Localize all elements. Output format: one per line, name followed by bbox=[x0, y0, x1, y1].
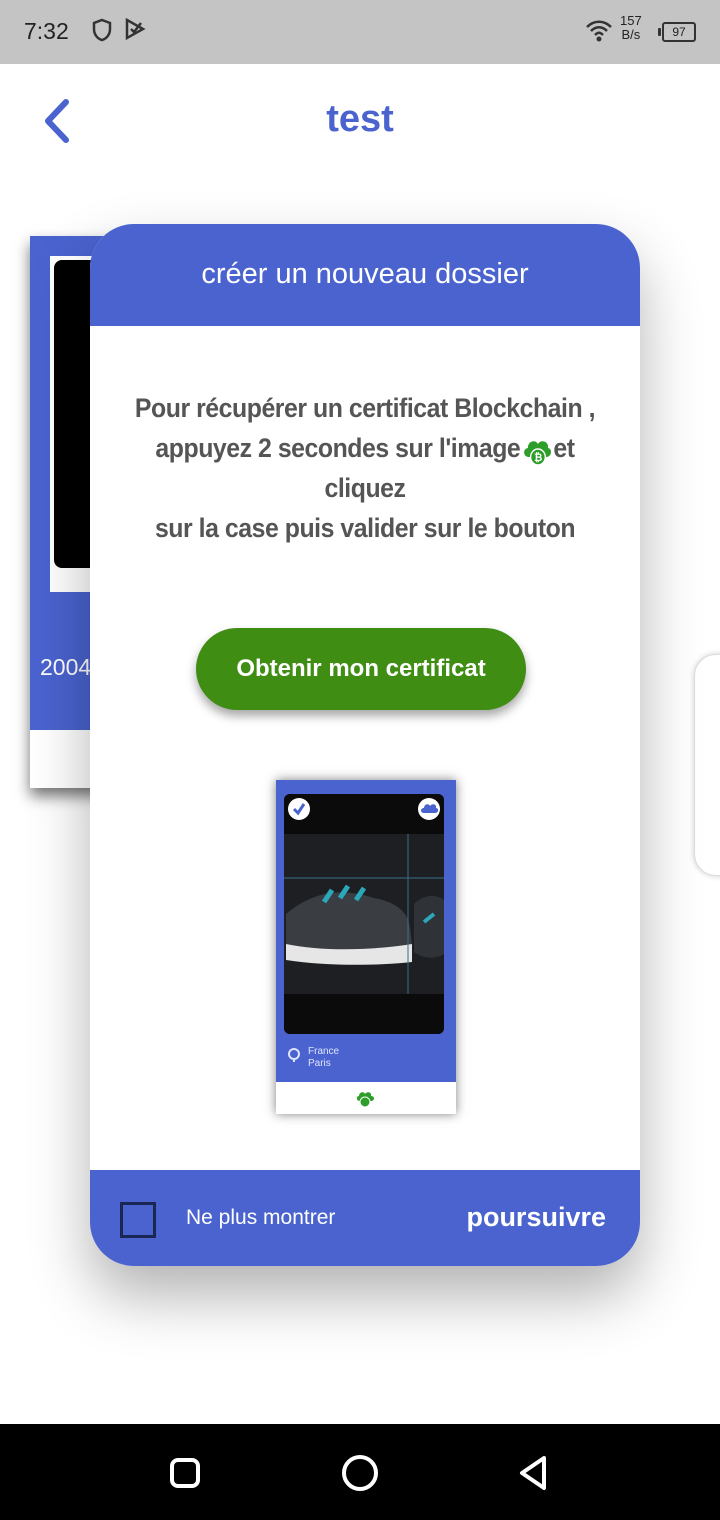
next-card-peek[interactable] bbox=[694, 654, 720, 876]
recents-icon bbox=[170, 1458, 200, 1488]
battery-icon: 97 bbox=[658, 22, 696, 42]
preview-location: France Paris bbox=[308, 1046, 339, 1070]
continue-button[interactable]: poursuivre bbox=[466, 1202, 606, 1233]
preview-check-icon bbox=[288, 798, 310, 820]
status-bar: 7:32 157 B/s 97 bbox=[0, 0, 720, 64]
network-speed-value: 157 bbox=[620, 13, 642, 28]
dialog-header: créer un nouveau dossier bbox=[90, 224, 640, 326]
back-icon bbox=[520, 1456, 546, 1490]
card-preview-image: France Paris bbox=[276, 780, 456, 1114]
instructions-text: Pour récupérer un certificat Blockchain … bbox=[112, 388, 618, 548]
blockchain-cloud-icon: ₿ bbox=[523, 441, 551, 466]
svg-text:₿: ₿ bbox=[534, 452, 543, 464]
shield-icon bbox=[92, 18, 112, 42]
home-icon bbox=[342, 1455, 378, 1491]
dialog-footer: Ne plus montrer poursuivre bbox=[90, 1170, 640, 1266]
location-pin-icon bbox=[288, 1048, 300, 1062]
dont-show-again-checkbox[interactable] bbox=[120, 1202, 156, 1238]
background-card-year: 2004 bbox=[40, 654, 92, 680]
system-nav-bar bbox=[0, 1424, 720, 1520]
instructions-line-3: sur la case puis valider sur le bouton bbox=[154, 513, 576, 543]
sneaker-image bbox=[284, 794, 444, 1034]
preview-location-city: Paris bbox=[308, 1058, 331, 1069]
instructions-line-2a: appuyez 2 secondes sur l'image bbox=[155, 433, 521, 463]
page-title: test bbox=[326, 98, 394, 140]
get-certificate-button[interactable]: Obtenir mon certificat bbox=[196, 628, 526, 710]
wifi-icon bbox=[586, 20, 612, 42]
battery-level: 97 bbox=[672, 25, 686, 39]
create-folder-dialog: créer un nouveau dossier Pour récupérer … bbox=[90, 224, 640, 1266]
recents-button[interactable] bbox=[160, 1448, 210, 1498]
dont-show-again-label: Ne plus montrer bbox=[186, 1206, 336, 1229]
dialog-title: créer un nouveau dossier bbox=[201, 258, 529, 290]
instructions-line-2: appuyez 2 secondes sur l'image ₿ et cliq… bbox=[112, 428, 618, 508]
status-time: 7:32 bbox=[24, 18, 69, 44]
home-button[interactable] bbox=[335, 1448, 385, 1498]
network-speed: 157 B/s bbox=[620, 14, 642, 42]
blockchain-cloud-icon bbox=[356, 1092, 374, 1108]
preview-cloud-icon bbox=[418, 798, 440, 820]
instructions-line-1: Pour récupérer un certificat Blockchain … bbox=[134, 393, 596, 423]
preview-sneaker-photo bbox=[284, 794, 444, 1034]
network-speed-unit: B/s bbox=[621, 27, 641, 42]
play-protect-icon bbox=[125, 18, 146, 40]
preview-location-country: France bbox=[308, 1046, 340, 1057]
nav-back-button[interactable] bbox=[510, 1448, 560, 1498]
